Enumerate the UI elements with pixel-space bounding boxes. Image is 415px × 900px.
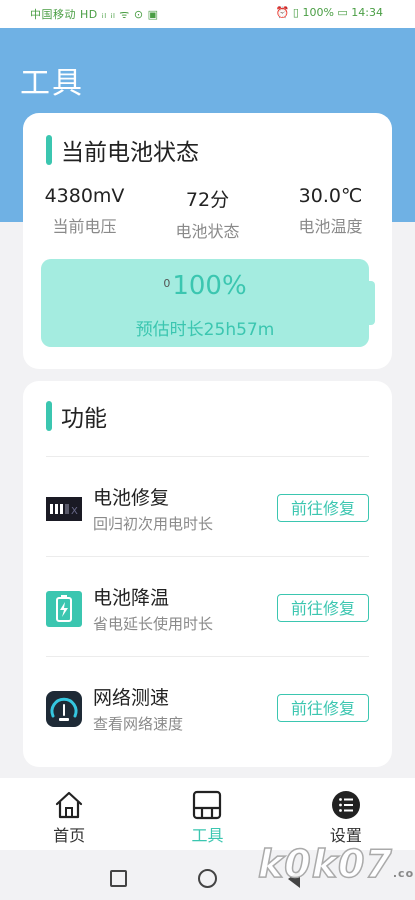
status-bar-left: 中国移动 HD ᵢₗ ᵢₗ ᯤ ⊙ ▣ — [30, 8, 159, 21]
battery-section-header: 当前电池状态 — [46, 133, 199, 167]
function-item-network-speed: 网络测速 查看网络速度 前往修复 — [23, 677, 392, 747]
speedometer-icon — [46, 691, 82, 727]
battery-cool-icon — [46, 591, 82, 627]
bottom-nav: 首页 工具 设置 — [0, 778, 415, 850]
battery-level-percent: 100% — [172, 271, 247, 301]
battery-repair-icon: X — [46, 497, 82, 521]
function-item-battery-repair: X 电池修复 回归初次用电时长 前往修复 — [23, 477, 392, 547]
nav-item-home[interactable]: 首页 — [0, 778, 138, 850]
stat-health: 72分 电池状态 — [146, 185, 269, 242]
home-circle-icon[interactable] — [198, 869, 217, 888]
section-accent-bar — [46, 135, 52, 165]
battery-stats: 4380mV 当前电压 72分 电池状态 30.0℃ 电池温度 — [23, 185, 392, 242]
function-item-subtitle: 省电延长使用时长 — [93, 615, 214, 633]
function-item-title: 电池降温 — [93, 587, 170, 609]
battery-level-prefix: 0 — [163, 277, 171, 290]
tools-icon — [193, 790, 222, 820]
watermark: k0k07.com — [257, 841, 415, 887]
battery-repair-button[interactable]: 前往修复 — [277, 494, 369, 522]
watermark-suffix: .com — [392, 867, 415, 880]
stat-voltage: 4380mV 当前电压 — [23, 185, 146, 242]
nav-label-tools: 工具 — [191, 826, 224, 845]
settings-list-icon — [331, 791, 360, 819]
nav-item-tools[interactable]: 工具 — [138, 778, 276, 850]
stat-voltage-value: 4380mV — [44, 185, 125, 207]
svg-text:X: X — [71, 506, 78, 517]
section-accent-bar — [46, 401, 52, 431]
function-section-title: 功能 — [61, 406, 107, 432]
stat-temperature: 30.0℃ 电池温度 — [269, 185, 392, 242]
divider — [46, 656, 369, 657]
battery-cool-button[interactable]: 前往修复 — [277, 594, 369, 622]
nav-label-home: 首页 — [53, 826, 86, 845]
function-item-title: 网络测速 — [93, 687, 170, 709]
battery-status-card: 当前电池状态 4380mV 当前电压 72分 电池状态 30.0℃ 电池温度 0… — [23, 113, 392, 369]
function-item-battery-cool: 电池降温 省电延长使用时长 前往修复 — [23, 577, 392, 647]
battery-level-bar: 0100% 预估时长25h57m — [41, 259, 369, 347]
function-section-header: 功能 — [46, 399, 107, 433]
nav-item-settings[interactable]: 设置 — [277, 778, 415, 850]
function-card: 功能 X 电池修复 回归初次用电时长 前往修复 电池降温 省电延长使用时长 前往… — [23, 381, 392, 767]
stat-temperature-value: 30.0℃ — [298, 185, 363, 207]
watermark-text: k0k07 — [257, 841, 393, 887]
home-icon — [56, 791, 83, 819]
battery-level-text: 0100% — [41, 271, 369, 301]
status-bar: 中国移动 HD ᵢₗ ᵢₗ ᯤ ⊙ ▣ ⏰ ▯ 100% ▭ 14:34 — [0, 0, 415, 28]
stat-health-value: 72分 — [185, 189, 230, 211]
function-item-title: 电池修复 — [93, 487, 170, 509]
page-title: 工具 — [20, 66, 84, 101]
divider — [46, 456, 369, 457]
status-bar-right: ⏰ ▯ 100% ▭ 14:34 — [275, 6, 383, 19]
battery-estimate: 预估时长25h57m — [135, 320, 275, 340]
battery-terminal — [369, 281, 375, 325]
stat-health-label: 电池状态 — [175, 222, 240, 241]
stat-temperature-label: 电池温度 — [298, 217, 363, 236]
stat-voltage-label: 当前电压 — [52, 217, 117, 236]
battery-section-title: 当前电池状态 — [61, 140, 199, 166]
divider — [46, 556, 369, 557]
network-speed-button[interactable]: 前往修复 — [277, 694, 369, 722]
function-item-subtitle: 查看网络速度 — [93, 715, 184, 733]
recent-apps-icon[interactable] — [110, 870, 127, 887]
function-item-subtitle: 回归初次用电时长 — [93, 515, 214, 533]
